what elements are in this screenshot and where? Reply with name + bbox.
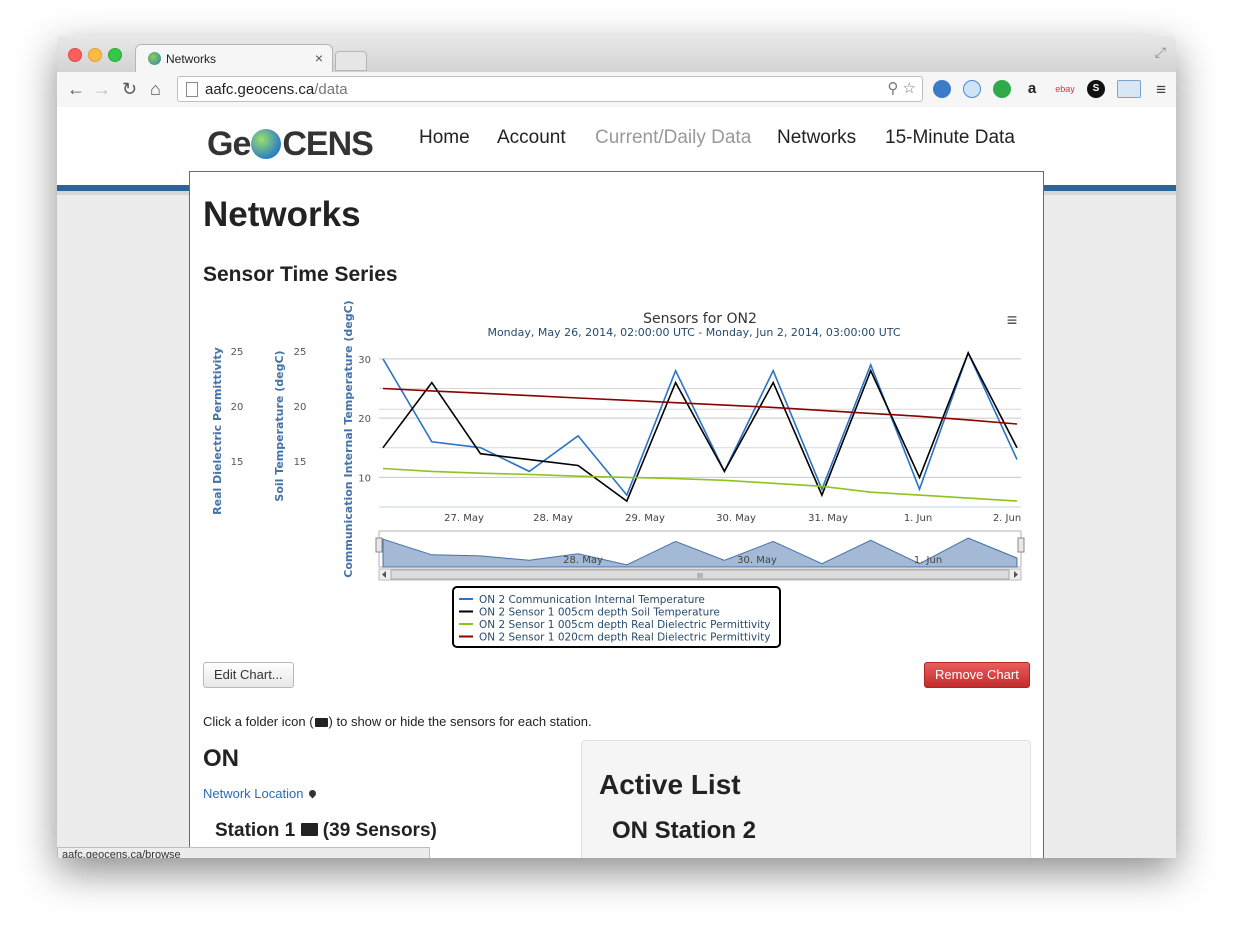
- legend-item[interactable]: ON 2 Sensor 1 005cm depth Soil Temperatu…: [479, 607, 720, 619]
- amazon-extension-icon[interactable]: a: [1023, 80, 1041, 98]
- ebay-extension-icon[interactable]: ebay: [1053, 80, 1077, 98]
- legend-item[interactable]: ON 2 Communication Internal Temperature: [479, 594, 705, 606]
- reload-icon[interactable]: ↻: [122, 78, 137, 100]
- geocens-favicon-icon: [148, 52, 161, 65]
- folder-help-text: Click a folder icon () to show or hide t…: [203, 714, 592, 729]
- station-heading: Station 1 (39 Sensors): [215, 820, 437, 841]
- page-icon: [186, 82, 198, 97]
- chart-title: Sensors for ON2: [643, 311, 757, 327]
- globe-logo-icon: [251, 129, 282, 159]
- legend-item[interactable]: ON 2 Sensor 1 020cm depth Real Dielectri…: [479, 632, 770, 644]
- nav-current-daily-data[interactable]: Current/Daily Data: [595, 127, 751, 149]
- y-tick-label: 25: [231, 347, 244, 358]
- scrollbar-grip-icon: III: [697, 573, 703, 580]
- map-marker-icon: [308, 788, 318, 799]
- x-tick-label: 1. Jun: [904, 513, 932, 524]
- back-icon[interactable]: ←: [67, 78, 85, 100]
- globe-extension-icon[interactable]: [933, 80, 951, 98]
- section-title: Sensor Time Series: [203, 263, 398, 286]
- active-list-title: Active List: [599, 769, 741, 800]
- browser-window: Networks × ⤢ ← → ↻ ⌂ aafc.geocens.ca/dat…: [57, 36, 1176, 858]
- fullscreen-icon[interactable]: ⤢: [1155, 44, 1166, 61]
- search-bookmark-star-icon[interactable]: ⚲ ☆: [887, 79, 916, 97]
- main-content: Networks Sensor Time Series Sensors for …: [189, 171, 1044, 858]
- x-tick-label: 28. May: [533, 513, 573, 524]
- y-axis-title: Soil Temperature (degC): [273, 350, 286, 501]
- x-tick-label: 30. May: [716, 513, 756, 524]
- navigator-tick-label: 1. Jun: [914, 555, 942, 566]
- y-tick-label: 20: [358, 414, 371, 425]
- browser-toolbar: ← → ↻ ⌂ aafc.geocens.ca/data ⚲ ☆ a ebay …: [57, 72, 1176, 108]
- nav-home[interactable]: Home: [419, 127, 470, 149]
- y-tick-label: 30: [358, 355, 371, 366]
- forward-icon[interactable]: →: [93, 78, 111, 100]
- chrome-menu-icon[interactable]: ≡: [1156, 80, 1166, 100]
- nav-networks[interactable]: Networks: [777, 127, 856, 149]
- tab-title: Networks: [166, 52, 217, 66]
- y-tick-label: 15: [294, 457, 307, 468]
- address-bar[interactable]: aafc.geocens.ca/data ⚲ ☆: [177, 76, 923, 102]
- new-tab-button[interactable]: [335, 51, 367, 71]
- navigator-tick-label: 28. May: [563, 555, 603, 566]
- url-path: /data: [314, 81, 348, 98]
- remove-chart-button[interactable]: Remove Chart: [924, 662, 1030, 688]
- close-tab-icon[interactable]: ×: [315, 50, 323, 66]
- network-heading: ON: [203, 745, 239, 772]
- y-tick-label: 25: [294, 347, 307, 358]
- page-title: Networks: [203, 195, 361, 234]
- status-bar: aafc.geocens.ca/browse: [57, 847, 430, 858]
- x-tick-label: 2. Jun: [993, 513, 1021, 524]
- chart-subtitle: Monday, May 26, 2014, 02:00:00 UTC - Mon…: [487, 326, 900, 339]
- s-extension-icon[interactable]: S: [1087, 80, 1105, 98]
- zoom-window-button[interactable]: [108, 48, 122, 62]
- chart-menu-icon[interactable]: ≡: [1007, 310, 1018, 330]
- edit-chart-button[interactable]: Edit Chart...: [203, 662, 294, 688]
- navigator-left-handle[interactable]: [375, 537, 383, 553]
- hangouts-extension-icon[interactable]: [993, 80, 1011, 98]
- window-extension-icon[interactable]: [1117, 80, 1141, 98]
- y-tick-label: 10: [358, 473, 371, 484]
- page-viewport: Ge CENS Home Account Current/Daily Data N…: [57, 107, 1176, 858]
- y-tick-label: 20: [231, 402, 244, 413]
- sensor-time-series-chart[interactable]: Sensors for ON2Monday, May 26, 2014, 02:…: [190, 299, 1043, 659]
- tab-networks[interactable]: Networks ×: [135, 44, 333, 73]
- home-icon[interactable]: ⌂: [150, 78, 161, 100]
- x-tick-label: 29. May: [625, 513, 665, 524]
- nav-15-minute-data[interactable]: 15-Minute Data: [885, 127, 1015, 149]
- nav-account[interactable]: Account: [497, 127, 566, 149]
- y-axis-title: Real Dielectric Permittivity: [211, 347, 224, 515]
- minimize-window-button[interactable]: [88, 48, 102, 62]
- folder-toggle-icon[interactable]: [300, 823, 318, 836]
- y-tick-label: 15: [231, 457, 244, 468]
- target-extension-icon[interactable]: [963, 80, 981, 98]
- series-line: [382, 387, 1018, 425]
- active-list-item[interactable]: ON Station 2: [612, 817, 756, 845]
- url-host: aafc.geocens.ca: [205, 81, 315, 98]
- active-list-panel: Active List ON Station 2: [581, 740, 1031, 858]
- url-text: aafc.geocens.ca/data: [205, 81, 348, 98]
- network-location-link[interactable]: Network Location: [203, 786, 318, 801]
- x-tick-label: 31. May: [808, 513, 848, 524]
- folder-icon: [314, 718, 328, 727]
- geocens-logo[interactable]: Ge CENS: [207, 125, 374, 164]
- tab-strip: Networks × ⤢: [57, 36, 1176, 73]
- legend-item[interactable]: ON 2 Sensor 1 005cm depth Real Dielectri…: [479, 619, 770, 631]
- navigator-right-handle[interactable]: [1017, 537, 1025, 553]
- close-window-button[interactable]: [68, 48, 82, 62]
- y-axis-title: Communication Internal Temperature (degC…: [342, 300, 355, 577]
- y-tick-label: 20: [294, 402, 307, 413]
- navigator-tick-label: 30. May: [737, 555, 777, 566]
- x-tick-label: 27. May: [444, 513, 484, 524]
